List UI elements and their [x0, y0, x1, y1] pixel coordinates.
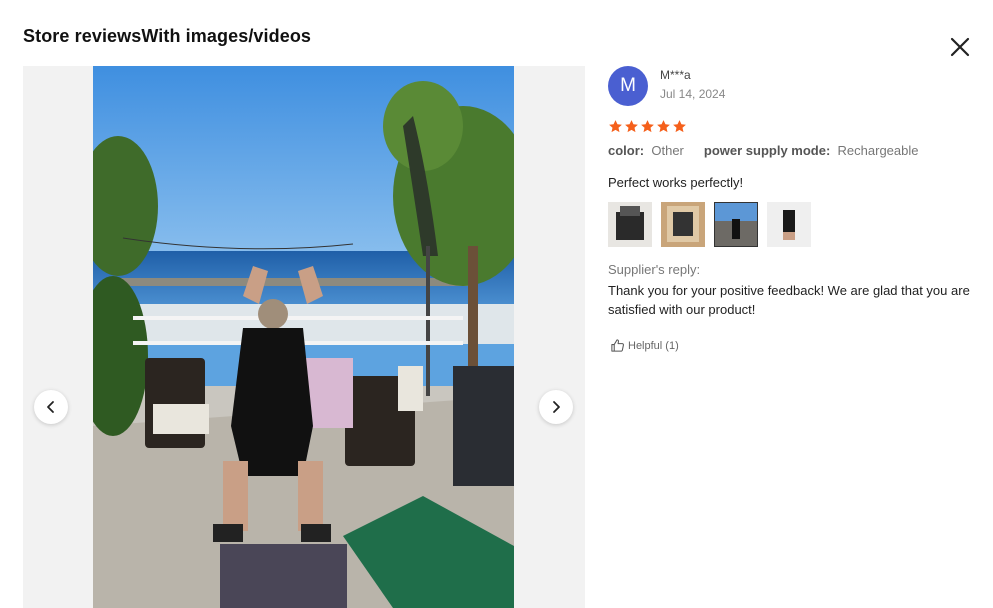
star-icon — [641, 120, 654, 133]
star-rating — [608, 119, 687, 134]
chevron-right-icon — [553, 401, 560, 413]
previous-image-button[interactable] — [34, 390, 68, 424]
review-thumbnails — [608, 202, 811, 247]
star-icon — [673, 120, 686, 133]
helpful-label: Helpful (1) — [628, 339, 679, 352]
attribute-value: Other — [651, 143, 684, 158]
media-viewer — [23, 66, 585, 608]
chevron-left-icon — [47, 401, 54, 413]
attribute-key: color — [608, 143, 640, 158]
dialog-title: Store reviewsWith images/videos — [23, 26, 312, 46]
review-photo — [93, 66, 514, 608]
attribute-value: Rechargeable — [837, 143, 919, 158]
helpful-button[interactable]: Helpful (1) — [610, 338, 679, 353]
close-button[interactable] — [946, 33, 974, 61]
star-icon — [609, 120, 622, 133]
thumbnail[interactable] — [767, 202, 811, 247]
next-image-button[interactable] — [539, 390, 573, 424]
thumbs-up-icon — [611, 339, 624, 352]
review-date: Jul 14, 2024 — [660, 87, 726, 101]
star-icon — [657, 120, 670, 133]
review-text: Perfect works perfectly! — [608, 175, 744, 190]
supplier-reply-label: Supplier's reply: — [608, 262, 701, 277]
thumbnail[interactable] — [661, 202, 705, 247]
star-icon — [625, 120, 638, 133]
reviewer-name: M***a — [660, 68, 691, 82]
avatar: M — [608, 66, 648, 106]
product-attributes: color: Other power supply mode: Rechargea… — [608, 143, 919, 158]
thumbnail[interactable] — [608, 202, 652, 247]
close-icon — [950, 37, 970, 57]
supplier-reply-text: Thank you for your positive feedback! We… — [608, 283, 970, 317]
thumbnail-active[interactable] — [714, 202, 758, 247]
attribute-key: power supply mode — [703, 143, 826, 158]
